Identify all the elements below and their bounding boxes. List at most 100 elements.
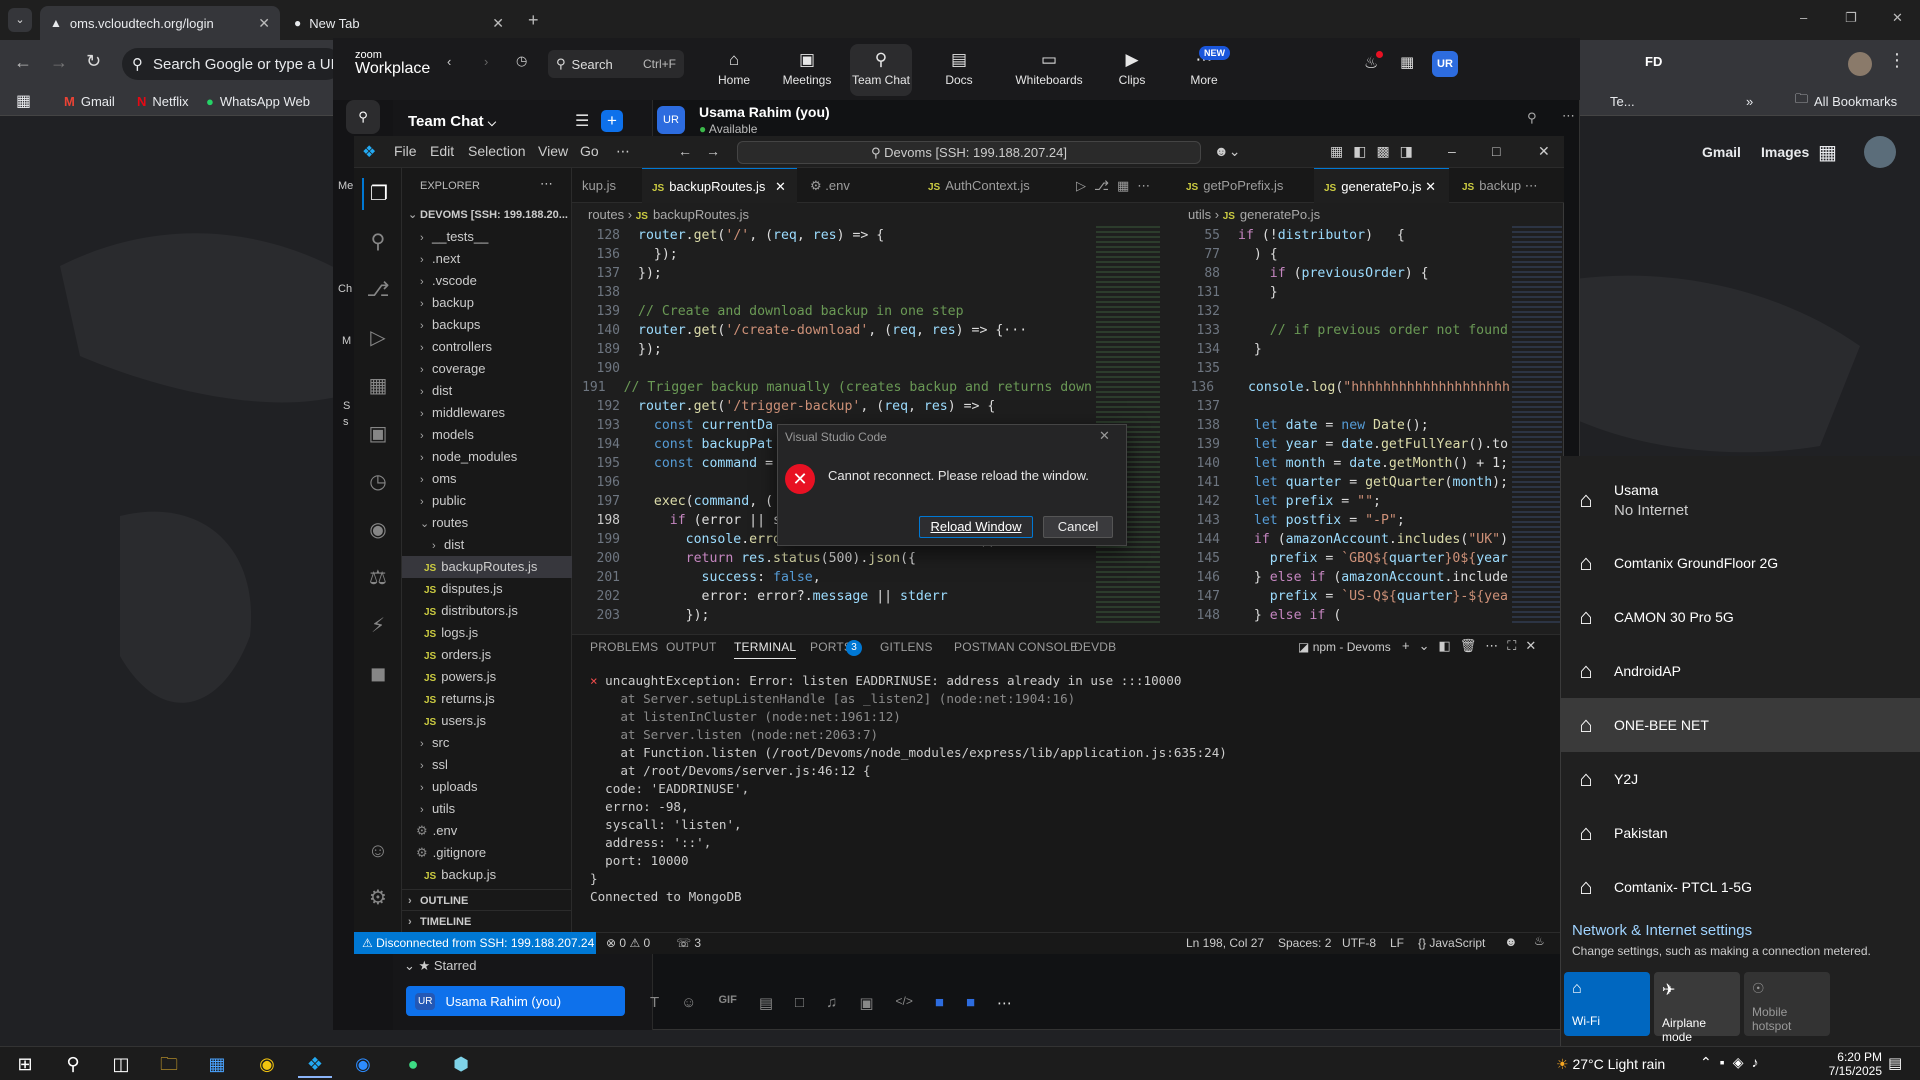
zoom-avatar[interactable]: UR: [1432, 51, 1458, 77]
tab-authcontext-js[interactable]: JS AuthContext.js: [918, 168, 1040, 203]
panel-tab-problems[interactable]: PROBLEMS: [590, 640, 658, 654]
chat-search-icon[interactable]: ⚲: [1527, 110, 1537, 126]
wifi-quick-toggle[interactable]: ⌂ Wi-Fi: [1564, 972, 1650, 1036]
menu-go[interactable]: Go: [580, 143, 599, 159]
mobile-hotspot-toggle[interactable]: ☉ Mobile hotspot: [1744, 972, 1830, 1036]
testing-icon[interactable]: ⚖: [362, 562, 394, 594]
extensions-icon[interactable]: ▦: [362, 370, 394, 402]
encoding[interactable]: UTF-8: [1342, 936, 1376, 950]
tree-item[interactable]: › public: [402, 490, 572, 512]
reload-icon[interactable]: ↻: [86, 51, 101, 72]
tree-item[interactable]: › controllers: [402, 336, 572, 358]
task-view-icon[interactable]: ◫: [104, 1050, 138, 1078]
tab-env[interactable]: ⚙ .env: [800, 168, 860, 203]
panel-tab-postman-console[interactable]: POSTMAN CONSOLE: [954, 640, 1078, 654]
tree-item[interactable]: ⚙ .env: [402, 820, 572, 842]
cursor-position[interactable]: Ln 198, Col 27: [1186, 936, 1264, 950]
python-icon[interactable]: ◼: [362, 658, 394, 690]
bookmark-whatsapp[interactable]: ● WhatsApp Web: [206, 90, 310, 112]
network-settings-title[interactable]: Network & Internet settings: [1572, 922, 1752, 939]
right-code-area[interactable]: 55 if (!distributor) {77 ) {88 if (previo…: [1172, 226, 1510, 626]
close-window-icon[interactable]: ✕: [1892, 10, 1903, 26]
wifi-network-item[interactable]: ⌂ CAMON 30 Pro 5G: [1560, 590, 1920, 644]
indentation[interactable]: Spaces: 2: [1278, 936, 1331, 950]
wifi-network-item[interactable]: ⌂ ONE-BEE NET: [1560, 698, 1920, 752]
tab-backuproutes-js[interactable]: JS backupRoutes.js ✕: [642, 168, 797, 203]
minimize-icon[interactable]: –: [1800, 10, 1807, 25]
zoom-back-icon[interactable]: ‹: [447, 54, 451, 69]
layout-toggle-icons[interactable]: ▦◧▩◨: [1330, 143, 1423, 160]
format-text-icon[interactable]: T: [650, 994, 659, 1012]
nav-back-icon[interactable]: ←: [678, 143, 692, 159]
timeline-section[interactable]: › TIMELINE: [402, 910, 572, 932]
zoom-nav-clips[interactable]: ▶ Clips: [1101, 50, 1163, 87]
language-mode[interactable]: {} JavaScript: [1418, 936, 1485, 950]
menu-view[interactable]: View: [538, 143, 568, 159]
calendar-icon[interactable]: ▦: [1400, 53, 1414, 71]
zoom-history-icon[interactable]: ◷: [516, 53, 527, 69]
notification-center-icon[interactable]: ▤: [1888, 1054, 1902, 1072]
wifi-network-item[interactable]: ⌂ Y2J: [1560, 752, 1920, 806]
chrome-tab-newtab[interactable]: ● New Tab ✕: [284, 6, 514, 40]
tree-item[interactable]: › middlewares: [402, 402, 572, 424]
zoom-nav-meetings[interactable]: ▣ Meetings: [776, 50, 838, 87]
tree-item[interactable]: JS distributors.js: [402, 600, 572, 622]
tree-item[interactable]: › dist: [402, 380, 572, 402]
tab-search-button[interactable]: ⌄: [8, 8, 32, 32]
explorer-root[interactable]: ⌄ DEVOMS [SSH: 199.188.20...: [402, 204, 572, 226]
bell-status-icon[interactable]: ♨: [1534, 934, 1545, 948]
store-icon[interactable]: ▦: [200, 1050, 234, 1078]
tree-item[interactable]: › backups: [402, 314, 572, 336]
bookmark-partial[interactable]: Te...: [1610, 90, 1635, 112]
zoom-forward-icon[interactable]: ›: [484, 54, 488, 69]
emoji-icon[interactable]: ☺: [681, 994, 696, 1012]
reload-window-button[interactable]: Reload Window: [919, 516, 1033, 538]
terminal-output[interactable]: × uncaughtException: Error: listen EADDR…: [590, 672, 1550, 906]
thunder-icon[interactable]: ⚡: [362, 610, 394, 642]
extension-fd-icon[interactable]: FD: [1645, 54, 1662, 69]
profile-avatar[interactable]: [1848, 52, 1872, 76]
vscode-minimize-icon[interactable]: –: [1448, 143, 1456, 159]
start-windows-icon[interactable]: ⊞: [8, 1050, 42, 1078]
outline-section[interactable]: › OUTLINE: [402, 889, 572, 911]
editor-actions[interactable]: ▷⎇▦⋯: [1066, 168, 1168, 203]
left-breadcrumb[interactable]: routes › JS backupRoutes.js: [588, 204, 749, 226]
cancel-button[interactable]: Cancel: [1043, 516, 1113, 538]
filter-icon[interactable]: ☰: [575, 111, 589, 131]
zoom-nav-whiteboards[interactable]: ▭ Whiteboards: [1009, 50, 1089, 87]
tree-item[interactable]: › uploads: [402, 776, 572, 798]
panel-tab-output[interactable]: OUTPUT: [666, 640, 717, 654]
omnibox[interactable]: ⚲ Search Google or type a URL: [122, 48, 342, 80]
google-apps-icon[interactable]: ▦: [1818, 140, 1837, 165]
dialog-close-icon[interactable]: ✕: [1099, 428, 1110, 444]
tray-icons[interactable]: ⌃▪◈♪: [1700, 1054, 1766, 1071]
timeline-icon[interactable]: ◷: [362, 466, 394, 498]
vscode-taskbar-icon[interactable]: ❖: [298, 1050, 332, 1078]
starred-item-self[interactable]: UR Usama Rahim (you): [406, 986, 625, 1016]
terminal-selector[interactable]: ◪ npm - Devoms: [1298, 640, 1391, 654]
tree-item[interactable]: › __tests__: [402, 226, 572, 248]
chat-more-icon[interactable]: ⋯: [1562, 108, 1575, 124]
copilot-icon[interactable]: ☻⌄: [1214, 143, 1240, 160]
new-chat-button[interactable]: +: [601, 110, 623, 132]
file-icon[interactable]: ▤: [759, 994, 773, 1012]
explorer-icon[interactable]: ❐: [362, 178, 394, 210]
app2-icon[interactable]: ■: [966, 994, 975, 1012]
wifi-network-item[interactable]: ⌂ Pakistan: [1560, 806, 1920, 860]
screenshot-icon[interactable]: □: [795, 994, 804, 1012]
tree-item[interactable]: › dist: [402, 534, 572, 556]
tab-kup-js[interactable]: kup.js: [572, 168, 626, 203]
ports-status[interactable]: ☏ 3: [676, 936, 701, 950]
google-images-link[interactable]: Images: [1761, 144, 1809, 160]
right-breadcrumb[interactable]: utils › JS generatePo.js: [1188, 204, 1320, 226]
panel-tab-devdb[interactable]: DEVDB: [1074, 640, 1116, 654]
app2-taskbar-icon[interactable]: ⬢: [444, 1050, 478, 1078]
tree-item[interactable]: ⚙ .gitignore: [402, 842, 572, 864]
tree-item[interactable]: › backup: [402, 292, 572, 314]
composer-more-icon[interactable]: ⋯: [997, 994, 1012, 1012]
new-tab-button[interactable]: +: [528, 10, 539, 31]
tree-item[interactable]: › node_modules: [402, 446, 572, 468]
tab-backup[interactable]: JS backup ⋯: [1452, 168, 1548, 203]
tree-item[interactable]: › models: [402, 424, 572, 446]
tree-item[interactable]: JS backupRoutes.js: [402, 556, 572, 578]
